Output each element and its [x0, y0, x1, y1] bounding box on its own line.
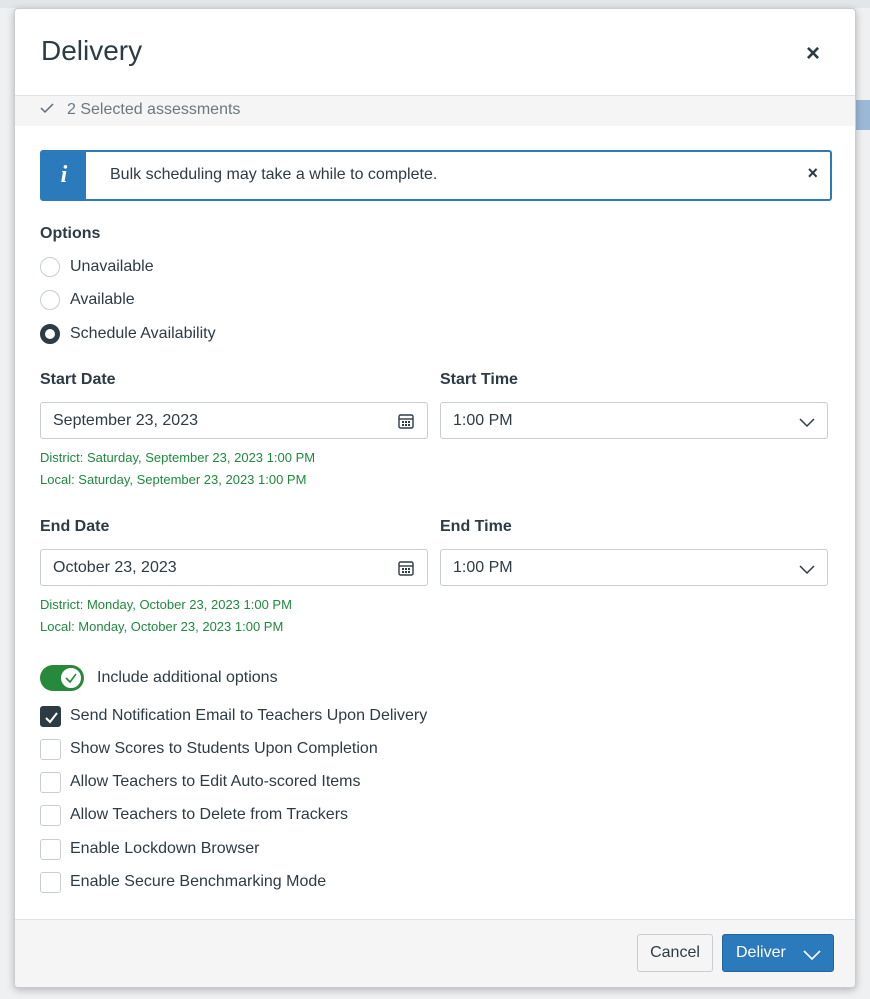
start-time-label: Start Time [440, 371, 518, 388]
radio-button[interactable] [40, 290, 60, 310]
alert-close-button[interactable]: × [807, 163, 818, 184]
info-icon: i [42, 152, 86, 199]
delivery-modal: Delivery × 2 Selected assessments i Bulk… [14, 8, 856, 988]
start-time-select[interactable]: 1:00 PM [440, 402, 828, 439]
additional-options-label: Include additional options [97, 669, 278, 686]
end-time-select[interactable]: 1:00 PM [440, 549, 828, 586]
checkbox-label: Allow Teachers to Edit Auto-scored Items [70, 773, 361, 790]
start-date-input[interactable]: September 23, 2023 [40, 402, 428, 439]
chevron-down-icon [799, 415, 815, 428]
radio-button[interactable] [40, 257, 60, 277]
deliver-button[interactable]: Deliver [722, 934, 834, 972]
checkbox-label: Send Notification Email to Teachers Upon… [70, 707, 428, 724]
radio-label: Schedule Availability [70, 325, 216, 342]
alert-message: Bulk scheduling may take a while to comp… [110, 166, 438, 183]
additional-options-toggle[interactable] [40, 665, 84, 691]
checkmark-icon [45, 712, 58, 724]
checkbox[interactable] [40, 739, 61, 760]
start-date-value: September 23, 2023 [53, 412, 198, 429]
background-strip [0, 0, 870, 8]
checkbox[interactable] [40, 839, 61, 860]
modal-footer: Cancel Deliver [15, 919, 855, 987]
modal-header: Delivery × [15, 9, 855, 96]
start-district-hint: District: Saturday, September 23, 2023 1… [40, 450, 316, 465]
deliver-button-label: Deliver [736, 944, 786, 961]
checkbox-label: Enable Lockdown Browser [70, 840, 260, 857]
end-date-value: October 23, 2023 [53, 559, 177, 576]
checkbox[interactable] [40, 706, 61, 727]
cancel-button[interactable]: Cancel [637, 934, 713, 972]
check-icon [39, 100, 55, 121]
radio-label: Available [70, 291, 135, 308]
info-alert: i Bulk scheduling may take a while to co… [40, 150, 832, 201]
checkbox[interactable] [40, 872, 61, 893]
end-time-label: End Time [440, 518, 512, 535]
end-time-value: 1:00 PM [453, 559, 513, 576]
checkbox-label: Show Scores to Students Upon Completion [70, 740, 378, 757]
chevron-down-icon[interactable] [803, 948, 821, 961]
toggle-knob [60, 667, 82, 689]
end-date-input[interactable]: October 23, 2023 [40, 549, 428, 586]
calendar-icon[interactable] [397, 559, 415, 577]
close-button[interactable]: × [801, 42, 825, 67]
selected-assessments-text: 2 Selected assessments [67, 101, 241, 118]
checkbox[interactable] [40, 805, 61, 826]
modal-title: Delivery [41, 35, 143, 66]
radio-label: Unavailable [70, 258, 154, 275]
end-district-hint: District: Monday, October 23, 2023 1:00 … [40, 597, 292, 612]
radio-button[interactable] [40, 324, 60, 344]
calendar-icon[interactable] [397, 412, 415, 430]
selected-assessments-bar: 2 Selected assessments [15, 96, 855, 126]
end-local-hint: Local: Monday, October 23, 2023 1:00 PM [40, 619, 284, 634]
checkbox-label: Allow Teachers to Delete from Trackers [70, 806, 349, 823]
checkbox-label: Enable Secure Benchmarking Mode [70, 873, 327, 890]
end-date-label: End Date [40, 518, 110, 535]
chevron-down-icon [799, 562, 815, 575]
start-local-hint: Local: Saturday, September 23, 2023 1:00… [40, 472, 307, 487]
options-label: Options [40, 225, 101, 242]
start-date-label: Start Date [40, 371, 116, 388]
background-strip [856, 100, 870, 130]
checkbox[interactable] [40, 772, 61, 793]
start-time-value: 1:00 PM [453, 412, 513, 429]
